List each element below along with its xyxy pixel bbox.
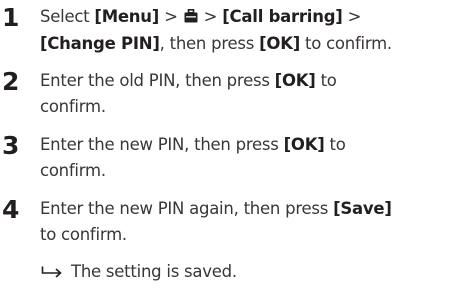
text: confirm. bbox=[40, 161, 106, 180]
text: to confirm. bbox=[300, 34, 392, 53]
text: Select bbox=[40, 7, 95, 26]
separator: > bbox=[342, 7, 362, 26]
step-text: Enter the new PIN again, then press [Sav… bbox=[40, 196, 470, 248]
text: , then press bbox=[159, 34, 260, 53]
step-line: confirm. bbox=[40, 94, 470, 120]
briefcase-icon bbox=[184, 5, 198, 31]
step-line: Enter the old PIN, then press [OK] to bbox=[40, 68, 470, 94]
text: confirm. bbox=[40, 97, 106, 116]
step-text: Enter the new PIN, then press [OK] to co… bbox=[40, 132, 470, 184]
step-number: 3 bbox=[2, 131, 20, 160]
result-text: The setting is saved. bbox=[71, 262, 237, 281]
ok-key: [OK] bbox=[259, 34, 301, 53]
text: Enter the new PIN, then press bbox=[40, 135, 284, 154]
step-number: 1 bbox=[2, 3, 20, 32]
step-line: [Change PIN], then press [OK] to confirm… bbox=[40, 31, 470, 57]
step-line: Select [Menu] > > [Call barring] > bbox=[40, 4, 470, 31]
text: Enter the new PIN again, then press bbox=[40, 199, 334, 218]
step-line: Enter the new PIN, then press [OK] to bbox=[40, 132, 470, 158]
save-key: [Save] bbox=[333, 199, 392, 218]
call-barring-key: [Call barring] bbox=[222, 7, 343, 26]
text: to confirm. bbox=[40, 225, 127, 244]
text: to bbox=[324, 135, 346, 154]
step-number: 2 bbox=[2, 67, 20, 96]
step-text: Select [Menu] > > [Call barring] > [Chan… bbox=[40, 4, 470, 57]
step-line: confirm. bbox=[40, 158, 470, 184]
separator: > bbox=[159, 7, 183, 26]
ok-key: [OK] bbox=[274, 71, 316, 90]
text: Enter the old PIN, then press bbox=[40, 71, 275, 90]
text: to bbox=[315, 71, 337, 90]
change-pin-key: [Change PIN] bbox=[40, 34, 160, 53]
step-line: Enter the new PIN again, then press [Sav… bbox=[40, 196, 470, 222]
step-text: Enter the old PIN, then press [OK] to co… bbox=[40, 68, 470, 120]
menu-key: [Menu] bbox=[94, 7, 160, 26]
step-line: to confirm. bbox=[40, 222, 470, 248]
ok-key: [OK] bbox=[283, 135, 325, 154]
result-note: The setting is saved. bbox=[41, 259, 237, 286]
separator: > bbox=[198, 7, 223, 26]
step-number: 4 bbox=[2, 195, 20, 224]
result-arrow-icon bbox=[41, 260, 63, 286]
